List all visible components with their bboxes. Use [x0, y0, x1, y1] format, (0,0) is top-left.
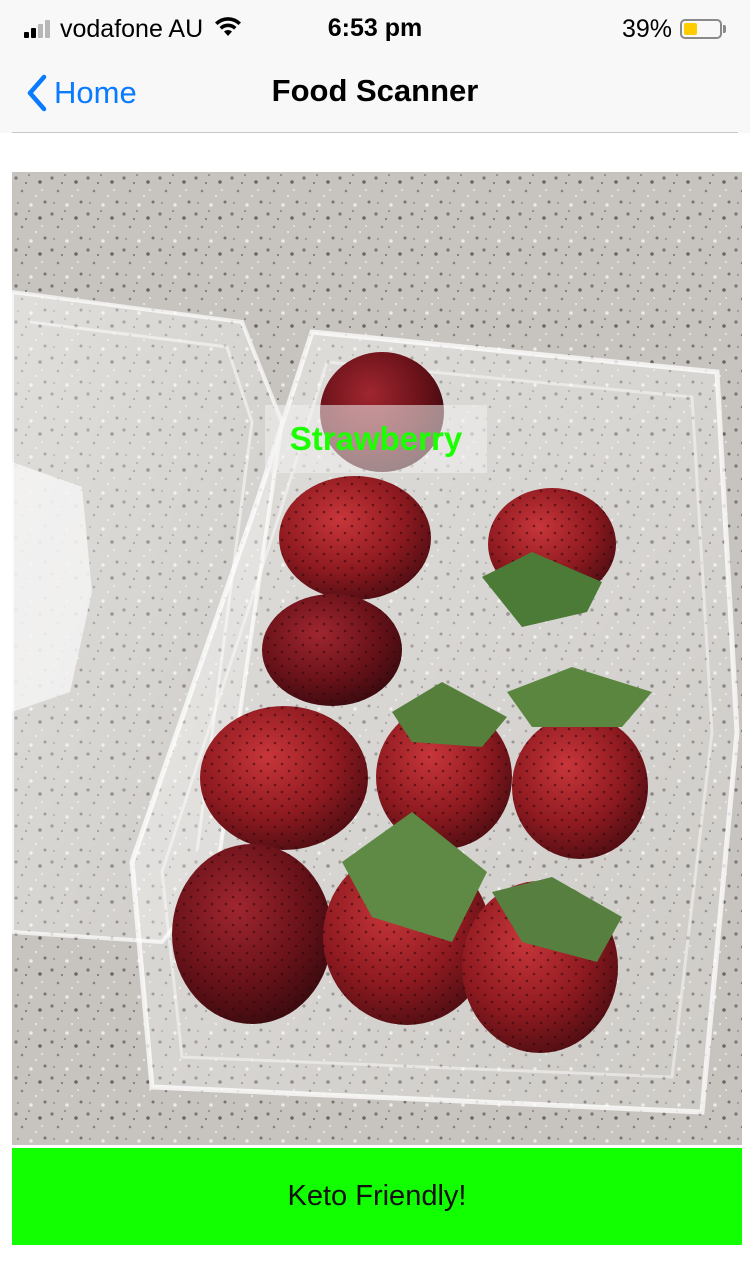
battery-tip	[723, 25, 726, 33]
result-banner: Keto Friendly!	[12, 1148, 742, 1245]
detection-label: Strawberry	[265, 405, 487, 473]
status-bar: vodafone AU 6:53 pm 39%	[0, 0, 750, 58]
status-bar-right: 39%	[622, 14, 726, 44]
page-title: Food Scanner	[271, 73, 479, 108]
camera-image	[12, 172, 742, 1145]
battery-fill	[684, 23, 698, 35]
nav-divider	[12, 132, 738, 133]
result-text: Keto Friendly!	[287, 1180, 467, 1212]
battery-percent: 39%	[621, 14, 672, 43]
battery-icon	[680, 19, 722, 39]
navigation-bar: Home Food Scanner	[0, 58, 750, 133]
camera-preview: Strawberry	[12, 172, 742, 1145]
